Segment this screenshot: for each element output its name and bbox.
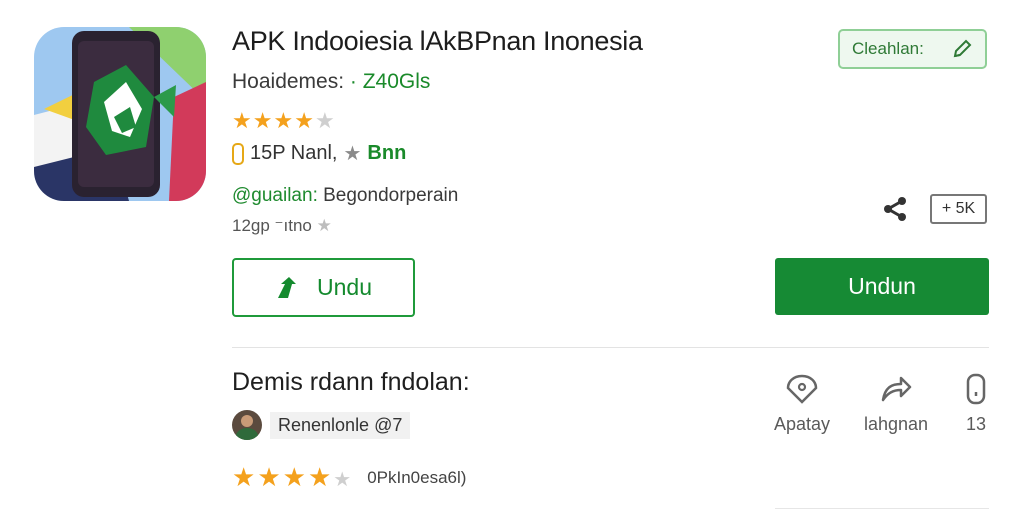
share-count-badge[interactable]: + 5K bbox=[930, 194, 987, 224]
small-rating-text: 12gp ⁻ıtno bbox=[232, 216, 312, 235]
app-meta: 15P Nanl, ★ Bnn bbox=[232, 141, 406, 166]
star-icon: ★ bbox=[232, 108, 253, 133]
subtitle-label: Hoaidemes: bbox=[232, 70, 345, 93]
subtitle-extra: · Z40Gls bbox=[349, 70, 431, 93]
app-icon bbox=[34, 27, 206, 201]
star-empty-icon: ★ bbox=[333, 469, 354, 491]
app-subtitle: Hoaidemes: · Z40Gls bbox=[232, 70, 430, 94]
action-label: lahgnan bbox=[864, 414, 929, 434]
avatar bbox=[232, 410, 262, 440]
outline-button-label: Undu bbox=[317, 274, 372, 300]
star-icon: ★ bbox=[316, 216, 332, 235]
divider bbox=[775, 508, 989, 509]
star-icon: ★ bbox=[282, 462, 308, 492]
star-icon: ★ bbox=[307, 462, 334, 492]
app-title: APK Indooiesia lAkBPnan Inonesia bbox=[232, 26, 643, 56]
star-icon: ★ bbox=[257, 462, 283, 492]
developer-name: Begondorperain bbox=[323, 185, 459, 206]
reviews-section-title: Demis rdann fndolan: bbox=[232, 368, 470, 396]
action-label: Apatay bbox=[774, 414, 831, 434]
star-icon: ★ bbox=[232, 462, 258, 492]
install-chip[interactable]: Cleahlan: bbox=[838, 29, 987, 69]
app-rating-stars: ★★★★★ bbox=[232, 108, 336, 134]
share-icon[interactable] bbox=[880, 194, 910, 224]
action-label: 13 bbox=[965, 414, 987, 434]
share-arrow-icon bbox=[881, 376, 912, 402]
review-text: 0PkIn0esa6l) bbox=[367, 467, 467, 487]
tag-icon bbox=[786, 374, 818, 404]
reviewer-name: Renenlonle @7 bbox=[270, 411, 411, 439]
star-icon: ★ bbox=[273, 108, 295, 133]
star-icon: ★ bbox=[343, 143, 362, 165]
pencil-icon bbox=[953, 39, 972, 58]
reviewer: Renenlonle @7 bbox=[232, 410, 411, 440]
download-outline-button[interactable]: Undu bbox=[232, 258, 415, 317]
action-apatay[interactable]: Apatay bbox=[774, 372, 830, 435]
review-rating: ★★★★★ 0PkIn0esa6l) bbox=[232, 462, 466, 493]
meta-green-text: Bnn bbox=[367, 142, 407, 164]
action-lahgnan[interactable]: lahgnan bbox=[864, 372, 928, 435]
primary-button-label: Undun bbox=[848, 273, 916, 299]
coin-icon bbox=[232, 142, 244, 165]
small-rating: 12gp ⁻ıtno ★ bbox=[232, 216, 332, 236]
phone-icon bbox=[966, 373, 986, 405]
developer-handle: @guailan: bbox=[232, 185, 318, 206]
developer-line[interactable]: @guailan: Begondorperain bbox=[232, 185, 458, 207]
star-empty-icon: ★ bbox=[314, 108, 336, 133]
star-icon: ★ bbox=[252, 108, 274, 133]
meta-text: 15P Nanl, bbox=[250, 142, 338, 164]
action-13[interactable]: 13 bbox=[964, 372, 988, 435]
star-icon: ★ bbox=[294, 108, 315, 133]
download-arrow-icon bbox=[278, 276, 296, 298]
divider bbox=[232, 347, 989, 348]
chip-label: Cleahlan: bbox=[852, 39, 924, 58]
download-primary-button[interactable]: Undun bbox=[775, 258, 989, 315]
